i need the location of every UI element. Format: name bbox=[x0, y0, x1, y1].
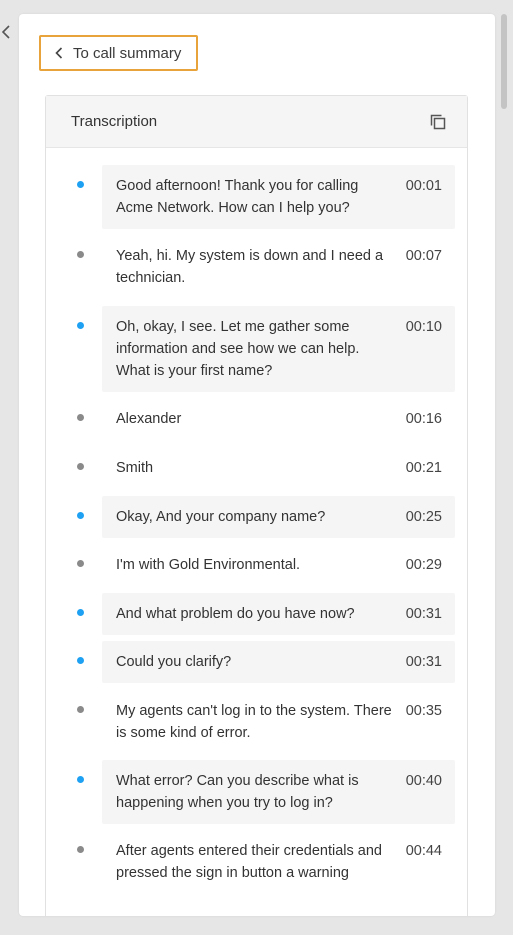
message-timestamp: 00:10 bbox=[405, 319, 442, 335]
message-timestamp: 00:01 bbox=[405, 178, 442, 194]
transcription-message-list[interactable]: Good afternoon! Thank you for calling Ac… bbox=[46, 148, 467, 916]
message-timestamp: 00:07 bbox=[405, 248, 442, 264]
transcription-title: Transcription bbox=[71, 113, 158, 130]
message-text: Oh, okay, I see. Let me gather some info… bbox=[116, 319, 360, 379]
message-text: My agents can't log in to the system. Th… bbox=[116, 703, 392, 741]
chevron-left-icon bbox=[55, 46, 65, 60]
agent-speaker-dot bbox=[77, 776, 84, 783]
collapse-panel-icon[interactable] bbox=[0, 22, 12, 42]
caller-speaker-dot bbox=[77, 251, 84, 258]
message-text: Yeah, hi. My system is down and I need a… bbox=[116, 248, 384, 286]
agent-speaker-dot bbox=[77, 657, 84, 664]
transcript-message: What error? Can you describe what is hap… bbox=[102, 760, 455, 824]
message-timestamp: 00:40 bbox=[405, 773, 442, 789]
transcription-header: Transcription bbox=[46, 96, 467, 148]
back-button-label: To call summary bbox=[73, 44, 182, 62]
scrollbar-thumb[interactable] bbox=[501, 14, 507, 109]
message-timestamp: 00:44 bbox=[405, 843, 442, 859]
transcript-message: Smith 00:21 bbox=[102, 447, 455, 489]
message-timestamp: 00:21 bbox=[405, 460, 442, 476]
agent-speaker-dot bbox=[77, 512, 84, 519]
message-text: What error? Can you describe what is hap… bbox=[116, 773, 359, 811]
message-text: Alexander bbox=[116, 411, 182, 427]
copy-icon[interactable] bbox=[429, 113, 447, 131]
caller-speaker-dot bbox=[77, 560, 84, 567]
message-timestamp: 00:25 bbox=[405, 509, 442, 525]
message-timestamp: 00:31 bbox=[405, 654, 442, 670]
message-text: Good afternoon! Thank you for calling Ac… bbox=[116, 178, 359, 216]
message-text: I'm with Gold Environmental. bbox=[116, 557, 301, 573]
transcript-message: I'm with Gold Environmental. 00:29 bbox=[102, 544, 455, 586]
call-detail-panel: To call summary Transcription Good after… bbox=[19, 14, 495, 916]
caller-speaker-dot bbox=[77, 414, 84, 421]
transcript-message: Alexander 00:16 bbox=[102, 398, 455, 440]
message-timestamp: 00:29 bbox=[405, 557, 442, 573]
transcript-message: My agents can't log in to the system. Th… bbox=[102, 690, 455, 754]
message-timestamp: 00:35 bbox=[405, 703, 442, 719]
transcript-message: Yeah, hi. My system is down and I need a… bbox=[102, 235, 455, 299]
transcription-card: Transcription Good afternoon! Thank you … bbox=[45, 95, 468, 916]
transcript-message: Good afternoon! Thank you for calling Ac… bbox=[102, 165, 455, 229]
message-text: And what problem do you have now? bbox=[116, 606, 355, 622]
back-to-call-summary-button[interactable]: To call summary bbox=[39, 35, 198, 71]
transcript-message: After agents entered their credentials a… bbox=[102, 830, 455, 894]
agent-speaker-dot bbox=[77, 322, 84, 329]
caller-speaker-dot bbox=[77, 706, 84, 713]
transcript-message: And what problem do you have now? 00:31 bbox=[102, 593, 455, 635]
message-text: Smith bbox=[116, 460, 154, 476]
agent-speaker-dot bbox=[77, 181, 84, 188]
message-timestamp: 00:16 bbox=[405, 411, 442, 427]
transcript-message: Okay, And your company name? 00:25 bbox=[102, 496, 455, 538]
transcript-message: Could you clarify? 00:31 bbox=[102, 641, 455, 683]
agent-speaker-dot bbox=[77, 609, 84, 616]
message-text: Okay, And your company name? bbox=[116, 509, 326, 525]
caller-speaker-dot bbox=[77, 846, 84, 853]
message-text: After agents entered their credentials a… bbox=[116, 843, 382, 881]
transcript-message: Oh, okay, I see. Let me gather some info… bbox=[102, 306, 455, 392]
message-text: Could you clarify? bbox=[116, 654, 232, 670]
caller-speaker-dot bbox=[77, 463, 84, 470]
message-timestamp: 00:31 bbox=[405, 606, 442, 622]
